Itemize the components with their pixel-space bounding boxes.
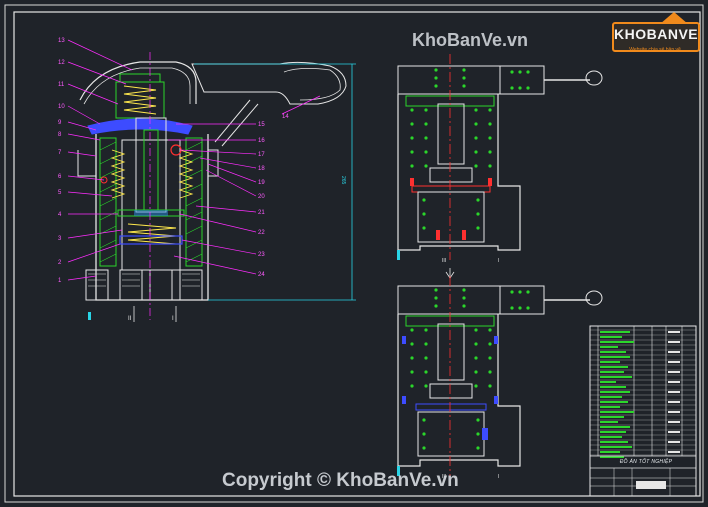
parts-list-entry bbox=[600, 431, 626, 433]
parts-list-note bbox=[668, 441, 680, 443]
part-label-23: 23 bbox=[258, 252, 265, 258]
view-top-port-III: III bbox=[442, 258, 446, 264]
parts-list-entry bbox=[600, 446, 632, 448]
part-label-11: 11 bbox=[58, 82, 65, 88]
view-bottom-port-I: I bbox=[498, 474, 499, 480]
parts-list-note bbox=[668, 331, 680, 333]
parts-list-entry bbox=[600, 351, 626, 353]
view-top-port-I: I bbox=[498, 258, 499, 264]
parts-list-note bbox=[668, 401, 680, 403]
part-label-18: 18 bbox=[258, 166, 265, 172]
parts-list-entry bbox=[600, 371, 624, 373]
part-label-4: 4 bbox=[58, 212, 62, 218]
parts-list-entry bbox=[600, 381, 616, 383]
main-section-view: 13 12 11 10 9 8 7 6 5 4 3 2 1 14 15 16 1… bbox=[58, 38, 356, 322]
parts-list-entry bbox=[600, 366, 628, 368]
part-label-21: 21 bbox=[258, 210, 265, 216]
watermark-copyright: Copyright © KhoBanVe.vn bbox=[222, 470, 459, 491]
part-label-1: 1 bbox=[58, 278, 62, 284]
parts-list-entry bbox=[600, 426, 630, 428]
parts-list-entry bbox=[600, 416, 624, 418]
parts-list-entry bbox=[600, 441, 628, 443]
parts-list-note bbox=[668, 371, 680, 373]
part-label-3: 3 bbox=[58, 236, 62, 242]
part-label-14: 14 bbox=[282, 114, 289, 120]
logo-subtitle: Website chia sẻ bản vẽ bbox=[629, 47, 681, 53]
parts-list-entry bbox=[600, 451, 620, 453]
parts-list-entry bbox=[600, 346, 618, 348]
parts-list-entry bbox=[600, 331, 630, 333]
parts-list-entry bbox=[600, 411, 634, 413]
parts-list-note bbox=[668, 381, 680, 383]
part-label-7: 7 bbox=[58, 150, 62, 156]
port-label-I: I bbox=[172, 316, 174, 322]
watermark-top: KhoBanVe.vn bbox=[412, 30, 529, 50]
part-label-9: 9 bbox=[58, 120, 62, 126]
parts-list-note bbox=[668, 341, 680, 343]
parts-list-note bbox=[668, 351, 680, 353]
title-block bbox=[589, 325, 697, 497]
parts-list-entry bbox=[600, 391, 630, 393]
port-label-II: II bbox=[128, 316, 132, 322]
parts-list-entry bbox=[600, 406, 620, 408]
parts-list-entry bbox=[600, 396, 622, 398]
part-label-17: 17 bbox=[258, 152, 265, 158]
parts-list-entry bbox=[600, 401, 628, 403]
part-label-16: 16 bbox=[258, 138, 265, 144]
parts-list-note bbox=[668, 411, 680, 413]
parts-list-entry bbox=[600, 341, 634, 343]
part-label-24: 24 bbox=[258, 272, 265, 278]
title-block-title: ĐỒ ÁN TỐT NGHIỆP bbox=[619, 459, 673, 465]
parts-list-entry bbox=[600, 376, 632, 378]
brand-logo[interactable]: KHOBANVE Website chia sẻ bản vẽ bbox=[612, 12, 700, 54]
parts-list-note bbox=[668, 361, 680, 363]
part-label-6: 6 bbox=[58, 174, 62, 180]
schematic-view-bottom: III I bbox=[397, 276, 603, 480]
part-label-5: 5 bbox=[58, 190, 62, 196]
parts-list-note bbox=[668, 451, 680, 453]
parts-list-entry bbox=[600, 436, 622, 438]
parts-list-entry bbox=[600, 421, 618, 423]
schematic-view-top: III I bbox=[397, 54, 603, 279]
logo-text: KHOBANVE bbox=[614, 26, 699, 42]
parts-list-entry bbox=[600, 361, 620, 363]
part-label-19: 19 bbox=[258, 180, 265, 186]
part-label-8: 8 bbox=[58, 132, 62, 138]
part-label-20: 20 bbox=[258, 194, 265, 200]
part-label-22: 22 bbox=[258, 230, 265, 236]
dimension-label: 265 bbox=[340, 176, 346, 185]
part-label-10: 10 bbox=[58, 104, 65, 110]
parts-list-entry bbox=[600, 336, 622, 338]
parts-list-note bbox=[668, 431, 680, 433]
roof-icon bbox=[660, 12, 688, 24]
cad-drawing-viewport: 13 12 11 10 9 8 7 6 5 4 3 2 1 14 15 16 1… bbox=[0, 0, 708, 507]
parts-list-entry bbox=[600, 386, 626, 388]
part-label-13: 13 bbox=[58, 38, 65, 44]
parts-list-entry bbox=[600, 356, 630, 358]
part-label-2: 2 bbox=[58, 260, 62, 266]
part-label-12: 12 bbox=[58, 60, 65, 66]
parts-list-note bbox=[668, 391, 680, 393]
technical-drawing: 13 12 11 10 9 8 7 6 5 4 3 2 1 14 15 16 1… bbox=[4, 4, 704, 503]
part-label-15: 15 bbox=[258, 122, 265, 128]
parts-list-note bbox=[668, 421, 680, 423]
